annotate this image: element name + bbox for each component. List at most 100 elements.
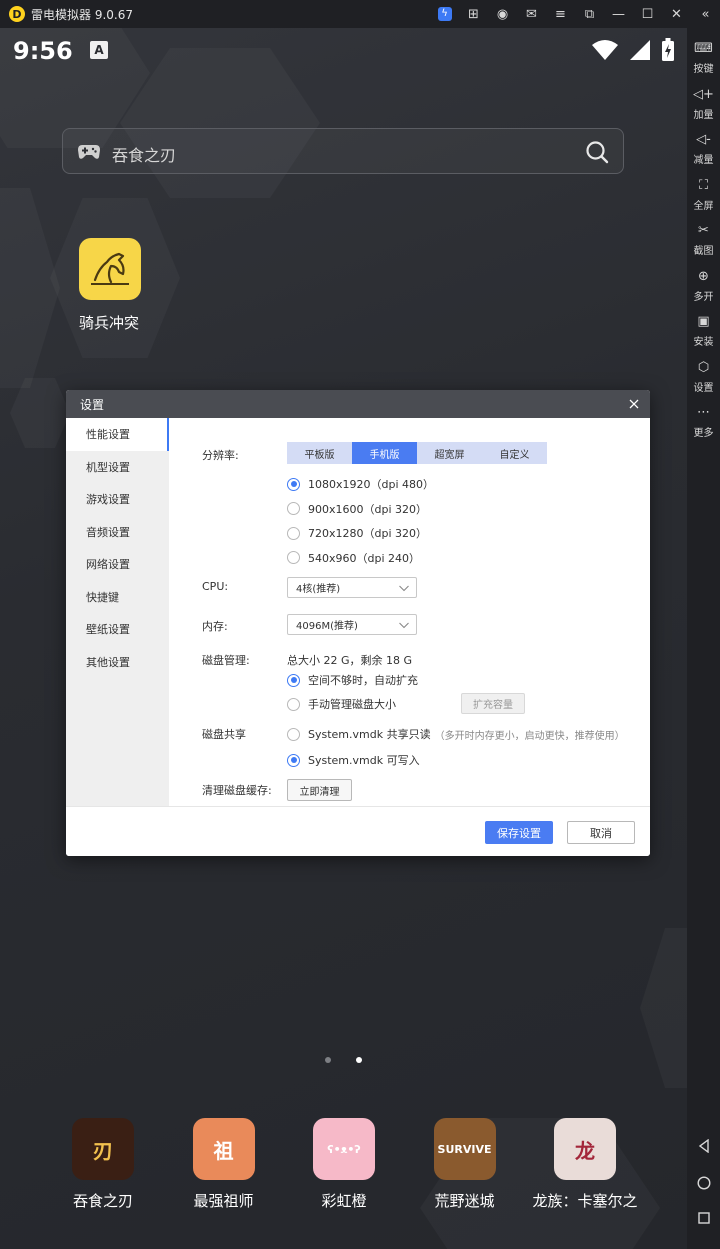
dock-app[interactable]: 祖最强祖师 (159, 1118, 289, 1211)
sidebar-multi-button[interactable]: ⊕ 多开 (687, 268, 720, 308)
settings-nav-item[interactable]: 网络设置 (66, 548, 169, 581)
dock-app[interactable]: 龙龙族：卡塞尔之 (520, 1118, 650, 1211)
resolution-option-label: 540x960（dpi 240） (308, 551, 421, 565)
home-button[interactable] (687, 1171, 720, 1195)
gamepad-icon (78, 145, 100, 159)
toolbar-lightning-button[interactable]: ϟ (430, 0, 459, 28)
recents-button[interactable] (687, 1206, 720, 1230)
resolution-option[interactable]: 720x1280（dpi 320） (287, 525, 427, 541)
minimize-button[interactable]: — (604, 0, 633, 28)
sidebar-volume-down-button[interactable]: ◁- 减量 (687, 131, 720, 171)
share-readonly-option[interactable]: System.vmdk 共享只读 （多开时内存更小，启动更快，推荐使用） (287, 726, 625, 742)
clear-cache-label: 清理磁盘缓存: (202, 784, 272, 797)
memory-select[interactable]: 4096M(推荐) (287, 614, 417, 635)
volume-down-icon: ◁- (696, 132, 711, 147)
collapse-sidebar-button[interactable]: « (691, 0, 720, 28)
search-icon[interactable] (585, 140, 609, 164)
resolution-tab[interactable]: 超宽屏 (417, 442, 482, 464)
radio-selected (287, 753, 300, 767)
fullscreen-icon: ⛶ (698, 177, 709, 193)
keys-icon: ⌨ (694, 41, 713, 56)
resolution-tab[interactable]: 平板版 (287, 442, 352, 464)
share-writable-option[interactable]: System.vmdk 可写入 (287, 752, 420, 768)
dock-app[interactable]: SURVIVE 荒野迷城 (400, 1118, 530, 1211)
sidebar-install-button[interactable]: ▣ 安装 (687, 313, 720, 353)
resolution-tab[interactable]: 手机版 (352, 442, 417, 464)
sidebar-more-button[interactable]: ⋯ 更多 (687, 404, 720, 444)
settings-nav-item[interactable]: 壁纸设置 (66, 613, 169, 646)
resolution-mode-tabs: 平板版 手机版 超宽屏 自定义 (287, 442, 547, 464)
dock-app-icon: 刃 (72, 1118, 134, 1180)
gamepad-button[interactable]: ⊞ (459, 0, 488, 28)
maximize-button[interactable]: ☐ (633, 0, 662, 28)
settings-nav-item[interactable]: 机型设置 (66, 451, 169, 484)
settings-nav-item[interactable]: 音频设置 (66, 516, 169, 549)
notification-a-icon: A (90, 41, 108, 59)
radio-unselected (287, 502, 300, 515)
dock-app-icon: 祖 (192, 1118, 255, 1180)
resolution-option[interactable]: 540x960（dpi 240） (287, 550, 420, 566)
sidebar-keys-button[interactable]: ⌨ 按键 (687, 40, 720, 80)
resolution-option[interactable]: 900x1600（dpi 320） (287, 501, 427, 517)
sidebar-multi-label: 多开 (693, 291, 714, 303)
recents-icon (697, 1212, 710, 1224)
memory-label: 内存: (202, 620, 228, 633)
resolution-option[interactable]: 1080x1920（dpi 480） (287, 476, 434, 492)
back-button[interactable] (687, 1134, 720, 1158)
sidebar-settings-label: 设置 (693, 382, 714, 394)
resolution-tab[interactable]: 自定义 (482, 442, 547, 464)
save-settings-button[interactable]: 保存设置 (485, 821, 553, 844)
disk-auto-expand-option[interactable]: 空间不够时，自动扩充 (287, 672, 418, 688)
cancel-button[interactable]: 取消 (567, 821, 635, 844)
radio-selected (287, 477, 300, 491)
window-title: 雷电模拟器 9.0.67 (31, 7, 133, 22)
gamepad-icon: ⊞ (468, 6, 479, 22)
dock-app-icon: SURVIVE (433, 1118, 496, 1180)
dock-app-icon: 龙 (554, 1118, 616, 1180)
sidebar-settings-button[interactable]: ⬡ 设置 (687, 359, 720, 399)
status-clock: 9:56 (13, 37, 73, 65)
more-icon: ⋯ (697, 405, 710, 420)
sidebar-screenshot-button[interactable]: ✂ 截图 (687, 222, 720, 262)
sidebar-volume-up-button[interactable]: ◁+ 加量 (687, 86, 720, 126)
chevron-down-icon (399, 585, 409, 592)
restore-button[interactable]: ⧉ (575, 0, 604, 28)
app-search-bar[interactable]: 吞食之刃 (62, 128, 624, 174)
home-app-label: 骑兵冲突 (79, 314, 140, 332)
account-button[interactable]: ◉ (488, 0, 517, 28)
dock-app-label: 彩虹橙 (321, 1192, 367, 1210)
dock-app[interactable]: 刃吞食之刃 (38, 1118, 168, 1211)
sidebar-fullscreen-button[interactable]: ⛶ 全屏 (687, 177, 720, 217)
settings-nav-item[interactable]: 其他设置 (66, 646, 169, 679)
settings-nav-item[interactable]: 游戏设置 (66, 483, 169, 516)
search-text: 吞食之刃 (112, 146, 177, 165)
mail-button[interactable]: ✉ (517, 0, 546, 28)
share-writable-label: System.vmdk 可写入 (308, 754, 420, 767)
sidebar-fullscreen-label: 全屏 (693, 200, 714, 212)
settings-nav: 性能设置 机型设置 游戏设置 音频设置 网络设置 快捷键 壁纸设置 其他设置 (66, 418, 169, 806)
dialog-close-button[interactable] (627, 397, 641, 411)
clear-cache-button[interactable]: 立即清理 (287, 779, 352, 801)
share-readonly-label: System.vmdk 共享只读 (308, 728, 431, 741)
maximize-icon: ☐ (641, 6, 654, 22)
home-app-icon[interactable]: 骑兵冲突 (79, 238, 141, 333)
sidebar-screenshot-label: 截图 (693, 246, 714, 257)
settings-nav-item[interactable]: 快捷键 (66, 581, 169, 614)
settings-nav-item[interactable]: 性能设置 (66, 418, 169, 451)
expand-capacity-button[interactable]: 扩充容量 (461, 693, 525, 714)
menu-button[interactable]: ≡ (546, 0, 575, 28)
cpu-select[interactable]: 4核(推荐) (287, 577, 417, 598)
disk-manual-label: 手动管理磁盘大小 (308, 698, 396, 711)
page-dot-active[interactable] (356, 1057, 362, 1063)
disk-manual-option[interactable]: 手动管理磁盘大小 (287, 696, 396, 712)
install-icon: ▣ (697, 314, 710, 329)
close-button[interactable]: ✕ (662, 0, 691, 28)
disk-share-label: 磁盘共享 (202, 728, 246, 741)
sidebar-more-label: 更多 (693, 428, 714, 439)
memory-value: 4096M(推荐) (296, 621, 358, 632)
settings-dialog: 设置 性能设置 机型设置 游戏设置 音频设置 网络设置 快捷键 壁纸设置 其他设置 分辨率: … (66, 390, 650, 856)
sidebar-volume-down-label: 减量 (693, 155, 714, 166)
disk-label: 磁盘管理: (202, 654, 250, 667)
dock-app[interactable]: ʕ•ᴥ•ʔ 彩虹橙 (279, 1118, 409, 1211)
page-dot[interactable] (325, 1057, 331, 1063)
